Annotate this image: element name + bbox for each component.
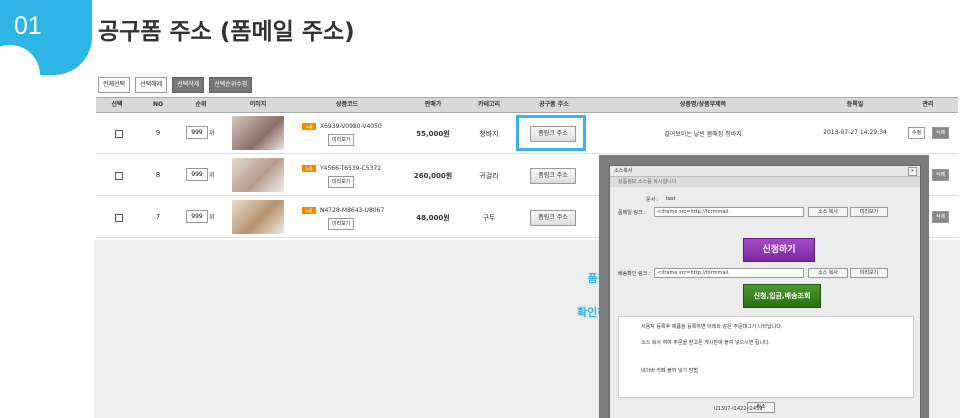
apply-button[interactable]: 신청하기 <box>743 238 815 262</box>
background-product-code: U1307-I1422-I2459 <box>714 406 763 412</box>
close-icon[interactable]: x <box>908 167 917 176</box>
row-no: 7 <box>155 213 161 221</box>
product-thumbnail <box>232 158 284 192</box>
col-date: 등록일 <box>846 101 864 108</box>
product-name: 길어보이는 날씬 몸매징 청바지 <box>664 131 742 138</box>
row-checkbox[interactable] <box>115 214 123 222</box>
dialog-subtitle: 상품정보 소스를 복사합니다 <box>618 179 677 185</box>
price: 260,000원 <box>413 172 453 180</box>
form-link-field[interactable]: <iframe src=http://formmail. <box>654 207 804 217</box>
modal-overlay: 소스복사 x 상품정보 소스를 복사합니다 문서 : test 폼메일 링크 :… <box>599 155 929 418</box>
copy-source-button[interactable]: 소스 복사 <box>808 207 848 217</box>
form-link-button[interactable]: 폼링크 주소 <box>530 168 576 184</box>
rank-input[interactable]: 999 <box>186 126 208 139</box>
admin-screenshot: 전체선택 선택해제 선택삭제 선택순위수정 선택 NO 순위 이미지 상품코드 … <box>94 68 960 418</box>
toolbar: 전체선택 선택해제 선택삭제 선택순위수정 <box>98 77 253 93</box>
rank-input[interactable]: 999 <box>186 210 208 223</box>
product-thumbnail <box>232 116 284 150</box>
table-header: 선택 NO 순위 이미지 상품코드 판매가 카테고리 공구폼 주소 상품명/상품… <box>96 97 958 113</box>
delete-button[interactable]: 삭제 <box>932 211 950 223</box>
preview-button[interactable]: 미리보기 <box>850 207 888 217</box>
delete-button[interactable]: 삭제 <box>932 169 950 181</box>
order-status-button[interactable]: 신청,입금,배송조회 <box>743 284 821 308</box>
select-all-button[interactable]: 전체선택 <box>98 77 131 93</box>
col-code: 상품코드 <box>335 101 359 108</box>
price: 48,000원 <box>416 214 450 222</box>
ship-link-field[interactable]: <iframe src=http://formmail. <box>654 268 804 278</box>
visible-tag: 노출 <box>302 165 316 172</box>
preview-button[interactable]: 미리보기 <box>328 218 355 230</box>
preview-button[interactable]: 미리보기 <box>328 176 355 188</box>
form-link-highlight <box>516 115 586 151</box>
col-rank: 순위 <box>195 101 207 108</box>
col-no: NO <box>152 101 164 108</box>
form-link-button[interactable]: 폼링크 주소 <box>530 210 576 226</box>
category: 구두 <box>482 214 496 222</box>
product-code: N4728-M8643-U8067 <box>320 207 385 214</box>
col-product-name: 상품명/상품부제목 <box>679 101 727 108</box>
rank-unit: 위 <box>209 130 215 137</box>
dialog-titlebar: 소스복사 x <box>610 166 920 177</box>
product-code: Y4566-T6539-C5372 <box>320 165 382 172</box>
col-manage: 관리 <box>922 101 934 108</box>
edit-rank-button[interactable]: 선택순위수정 <box>209 77 253 93</box>
instruction-box: 사용자 등록후 제품을 등록하면 아래와 같은 주문태그가 나타납니다. 소스 … <box>618 316 914 398</box>
instruction-line: 네이버 카페 붙여 넣기 방법 <box>641 368 698 374</box>
rank-unit: 위 <box>209 172 215 179</box>
copy-source-button[interactable]: 소스 복사 <box>808 268 848 278</box>
section-title: 공구폼 주소 (폼메일 주소) <box>98 19 355 45</box>
col-category: 카테고리 <box>477 101 501 108</box>
col-select: 선택 <box>111 101 123 108</box>
row-checkbox[interactable] <box>115 130 123 138</box>
price: 55,000원 <box>416 130 450 138</box>
product-code: X6939-V0980-V4050 <box>320 123 382 130</box>
source-copy-dialog: 소스복사 x 상품정보 소스를 복사합니다 문서 : test 폼메일 링크 :… <box>609 165 921 418</box>
rank-input[interactable]: 999 <box>186 168 208 181</box>
deselect-button[interactable]: 선택해제 <box>135 77 168 93</box>
section-number: 01 <box>14 12 42 40</box>
form-link-label: 폼메일 링크 : <box>618 210 646 216</box>
col-price: 판매가 <box>424 101 442 108</box>
col-form-url: 공구폼 주소 <box>539 101 569 108</box>
preview-button[interactable]: 미리보기 <box>328 134 355 146</box>
edit-button[interactable]: 수정 <box>908 127 926 139</box>
row-no: 9 <box>155 129 161 137</box>
row-no: 8 <box>155 171 161 179</box>
product-thumbnail <box>232 200 284 234</box>
ship-link-label: 배송확인 링크 : <box>618 271 651 277</box>
instruction-line: 사용자 등록후 제품을 등록하면 아래와 같은 주문태그가 나타납니다. <box>641 324 783 330</box>
category: 귀걸리 <box>479 172 499 180</box>
delete-selected-button[interactable]: 선택삭제 <box>172 77 205 93</box>
col-image: 이미지 <box>249 101 267 108</box>
row-checkbox[interactable] <box>115 172 123 180</box>
section-badge: 01 <box>0 0 92 75</box>
rank-unit: 위 <box>209 214 215 221</box>
doc-label: 문서 : <box>646 197 659 203</box>
visible-tag: 노출 <box>302 123 316 130</box>
visible-tag: 노출 <box>302 207 316 214</box>
reg-date: 2013-07-27 14:29:34 <box>823 129 887 136</box>
instruction-line: 소스 복사 하여 주문을 받고픈 게시판에 붙여 넣으시면 됩니다. <box>641 340 771 346</box>
delete-button[interactable]: 삭제 <box>932 127 950 139</box>
dialog-subtitle-bar: 상품정보 소스를 복사합니다 <box>610 177 920 187</box>
dialog-title: 소스복사 <box>614 168 633 174</box>
doc-value: test <box>666 196 676 202</box>
category: 청바지 <box>479 130 499 138</box>
preview-button[interactable]: 미리보기 <box>850 268 888 278</box>
